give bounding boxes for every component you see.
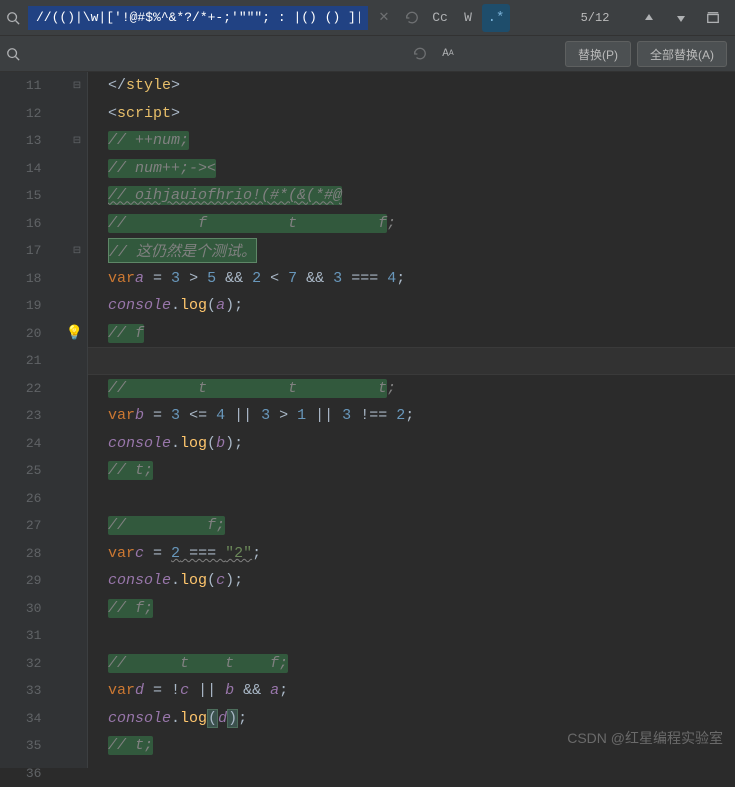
line-number: 34: [0, 711, 47, 726]
line-number: 18: [0, 271, 47, 286]
code-line: // 这仍然是个测试。: [88, 237, 735, 265]
replace-input[interactable]: [26, 42, 366, 66]
search-icon: [0, 11, 26, 25]
code-line: var d = !c || b && a;: [88, 677, 735, 705]
fold-icon[interactable]: ⊟: [71, 245, 83, 257]
gutter: 11⊟ 12 13⊟ 14 15 16 17⊟ 18 19 20💡 21 22 …: [0, 72, 88, 768]
code-line: </style>: [88, 72, 735, 100]
line-number: 23: [0, 408, 47, 423]
results-count: 5/12: [555, 11, 635, 25]
line-number: 11: [0, 78, 47, 93]
code-line: // t t f;: [88, 650, 735, 678]
replace-history-icon[interactable]: [406, 40, 434, 68]
replace-search-icon: [0, 47, 26, 61]
line-number: 31: [0, 628, 47, 643]
line-number: 33: [0, 683, 47, 698]
line-number: 28: [0, 546, 47, 561]
select-all-icon[interactable]: [699, 4, 727, 32]
editor: 11⊟ 12 13⊟ 14 15 16 17⊟ 18 19 20💡 21 22 …: [0, 72, 735, 768]
line-number: 24: [0, 436, 47, 451]
line-number: 32: [0, 656, 47, 671]
code-line: // f;: [88, 512, 735, 540]
code-line: // t;: [88, 457, 735, 485]
watermark: CSDN @红星编程实验室: [567, 728, 723, 748]
line-number: 20: [0, 326, 47, 341]
code-line: // f: [88, 320, 735, 348]
code-line: <script>: [88, 100, 735, 128]
search-input[interactable]: [28, 6, 368, 30]
case-sensitive-icon[interactable]: Cc: [426, 4, 454, 32]
line-number: 26: [0, 491, 47, 506]
code-line: console.log(c);: [88, 567, 735, 595]
regex-icon[interactable]: .*: [482, 4, 510, 32]
code-area[interactable]: </style> <script> // ++num; // num++;-><…: [88, 72, 735, 768]
history-icon[interactable]: [398, 4, 426, 32]
line-number: 17: [0, 243, 47, 258]
preserve-case-icon[interactable]: AA: [434, 40, 462, 68]
code-line: [88, 760, 735, 787]
code-line: var b = 3 <= 4 || 3 > 1 || 3 !== 2;: [88, 402, 735, 430]
fold-icon[interactable]: ⊟: [71, 80, 83, 92]
fold-icon[interactable]: ⊟: [71, 135, 83, 147]
line-number: 15: [0, 188, 47, 203]
line-number: 19: [0, 298, 47, 313]
prev-match-icon[interactable]: [635, 4, 663, 32]
line-number: 13: [0, 133, 47, 148]
replace-bar: AA 替换(P) 全部替换(A): [0, 36, 735, 72]
code-line: // f t f;: [88, 210, 735, 238]
code-line: var a = 3 > 5 && 2 < 7 && 3 === 4;: [88, 265, 735, 293]
line-number: 25: [0, 463, 47, 478]
code-line: [88, 622, 735, 650]
line-number: 30: [0, 601, 47, 616]
code-line: console.log(a);: [88, 292, 735, 320]
line-number: 14: [0, 161, 47, 176]
code-line: console.log(b);: [88, 430, 735, 458]
line-number: 35: [0, 738, 47, 753]
replace-button[interactable]: 替换(P): [565, 41, 631, 67]
find-bar: ✕ Cc W .* 5/12: [0, 0, 735, 36]
code-line: [88, 485, 735, 513]
code-line: // t t t;: [88, 375, 735, 403]
line-number: 22: [0, 381, 47, 396]
line-number: 12: [0, 106, 47, 121]
code-line: var c = 2 === "2";: [88, 540, 735, 568]
line-number: 16: [0, 216, 47, 231]
code-line: // num++;-><: [88, 155, 735, 183]
code-line: // ++num;: [88, 127, 735, 155]
line-number: 21: [0, 353, 47, 368]
lightbulb-icon[interactable]: 💡: [66, 325, 83, 342]
replace-all-button[interactable]: 全部替换(A): [637, 41, 727, 67]
line-number: 36: [0, 766, 47, 781]
line-number: 29: [0, 573, 47, 588]
code-line: // oihjauiofhrio!(#*(&(*#@: [88, 182, 735, 210]
code-line: // f;: [88, 595, 735, 623]
next-match-icon[interactable]: [667, 4, 695, 32]
line-number: 27: [0, 518, 47, 533]
whole-word-icon[interactable]: W: [454, 4, 482, 32]
search-input-container: [28, 4, 368, 32]
code-line-current: [88, 347, 735, 375]
clear-icon[interactable]: ✕: [370, 4, 398, 32]
